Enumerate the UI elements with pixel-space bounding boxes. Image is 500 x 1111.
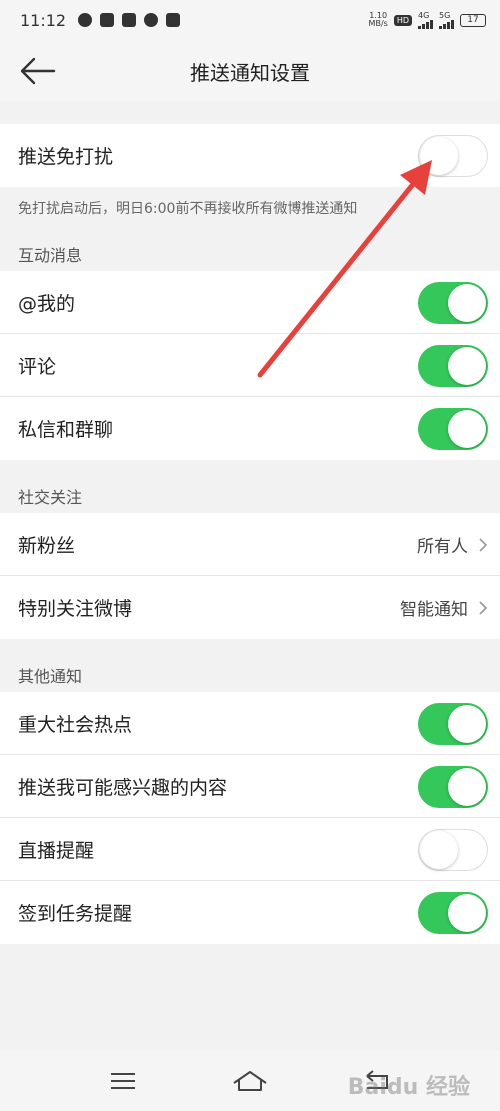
checkin-toggle[interactable] — [418, 891, 488, 934]
telegram-icon — [166, 13, 181, 27]
row-mentions[interactable]: @我的 — [0, 271, 500, 334]
row-live[interactable]: 直播提醒 — [0, 818, 500, 881]
signal-bars-icon — [418, 20, 433, 29]
mentions-toggle[interactable] — [418, 281, 488, 324]
status-left: 11:12 — [20, 10, 181, 30]
interests-toggle[interactable] — [418, 765, 488, 808]
row-label: 私信和群聊 — [18, 419, 114, 441]
signal-5g-label: 5G — [439, 11, 451, 20]
toggle-knob — [420, 830, 458, 869]
toggle-knob — [448, 283, 486, 322]
net-speed: 1.10 MB/s — [369, 12, 388, 28]
security-icon — [100, 13, 115, 27]
row-comments[interactable]: 评论 — [0, 334, 500, 397]
row-new-fans[interactable]: 新粉丝 所有人 — [0, 513, 500, 576]
row-right: 智能通知 — [400, 595, 488, 620]
row-label: 推送我可能感兴趣的内容 — [18, 777, 228, 799]
toggle-knob — [448, 767, 486, 806]
home-icon[interactable] — [230, 1066, 270, 1096]
row-label: 签到任务提醒 — [18, 903, 133, 925]
toggle-knob — [448, 893, 486, 932]
toggle-knob — [420, 136, 458, 175]
toggle-knob — [448, 346, 486, 385]
status-time: 11:12 — [20, 10, 67, 30]
spacer — [0, 102, 500, 124]
messages-toggle[interactable] — [418, 407, 488, 450]
row-label: 重大社会热点 — [18, 714, 133, 736]
menu-icon[interactable] — [103, 1066, 143, 1096]
page-title: 推送通知设置 — [190, 60, 310, 85]
row-interests[interactable]: 推送我可能感兴趣的内容 — [0, 755, 500, 818]
comments-toggle[interactable] — [418, 344, 488, 387]
battery-icon: 17 — [460, 13, 486, 27]
dnd-toggle[interactable] — [418, 134, 488, 177]
signal-4g: 4G — [418, 11, 433, 29]
row-checkin[interactable]: 签到任务提醒 — [0, 881, 500, 944]
hot-topics-toggle[interactable] — [418, 702, 488, 745]
section-title-social: 社交关注 — [0, 460, 500, 513]
status-bar: 11:12 1.10 MB/s HD 4G 5G 17 — [0, 0, 500, 40]
watermark: Baidu 经验 — [347, 1075, 470, 1100]
row-value: 所有人 — [417, 537, 468, 557]
section-title-other: 其他通知 — [0, 639, 500, 692]
signal-4g-label: 4G — [418, 11, 430, 20]
hd-icon: HD — [393, 14, 412, 26]
back-arrow-icon[interactable] — [18, 54, 58, 88]
row-label: @我的 — [18, 293, 76, 315]
row-value: 智能通知 — [400, 600, 468, 620]
weibo-icon — [78, 13, 93, 27]
signal-5g: 5G — [439, 11, 454, 29]
row-label: 新粉丝 — [18, 535, 76, 557]
row-special-follow[interactable]: 特别关注微博 智能通知 — [0, 576, 500, 639]
header: 推送通知设置 — [0, 40, 500, 102]
browser-icon — [144, 13, 159, 27]
net-speed-unit: MB/s — [368, 19, 388, 28]
chevron-right-icon — [479, 600, 488, 615]
toggle-knob — [448, 409, 486, 448]
row-label: 评论 — [18, 356, 57, 378]
signal-bars-icon — [439, 20, 454, 29]
row-label: 特别关注微博 — [18, 598, 133, 620]
section-title-interaction: 互动消息 — [0, 229, 500, 271]
row-messages[interactable]: 私信和群聊 — [0, 397, 500, 460]
toggle-knob — [448, 704, 486, 743]
row-right: 所有人 — [417, 532, 488, 557]
row-hot-topics[interactable]: 重大社会热点 — [0, 692, 500, 755]
status-right: 1.10 MB/s HD 4G 5G 17 — [369, 11, 486, 29]
battery-level: 17 — [467, 14, 479, 25]
dnd-hint: 免打扰启动后，明日6:00前不再接收所有微博推送通知 — [0, 187, 500, 229]
dnd-label: 推送免打扰 — [18, 146, 114, 168]
chevron-right-icon — [479, 537, 488, 552]
row-label: 直播提醒 — [18, 840, 95, 862]
live-toggle[interactable] — [418, 828, 488, 871]
app-icon — [122, 13, 137, 27]
dnd-row[interactable]: 推送免打扰 — [0, 124, 500, 187]
